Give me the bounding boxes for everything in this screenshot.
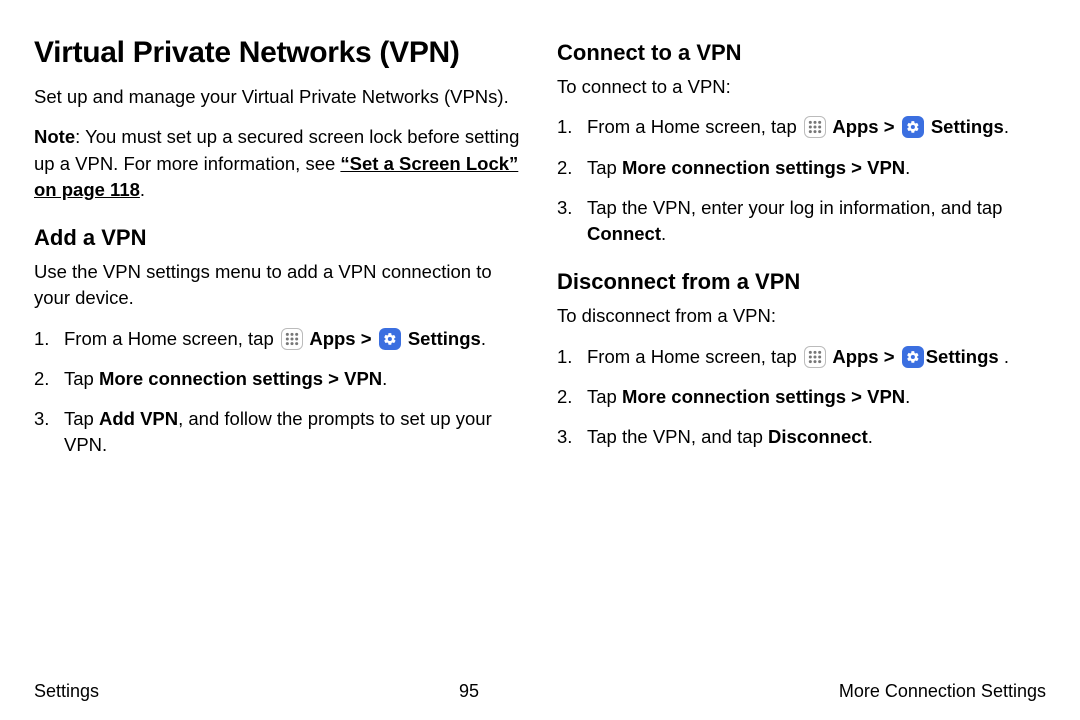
settings-label: Settings bbox=[926, 346, 999, 367]
period: . bbox=[868, 426, 873, 447]
text: From a Home screen, tap bbox=[587, 346, 802, 367]
apps-icon bbox=[804, 116, 826, 138]
text-bold: Add VPN bbox=[99, 408, 178, 429]
settings-icon bbox=[379, 328, 401, 350]
disconnect-steps: From a Home screen, tap Apps > Settings … bbox=[557, 344, 1046, 451]
period: . bbox=[905, 157, 910, 178]
text: Tap bbox=[587, 386, 622, 407]
connect-heading: Connect to a VPN bbox=[557, 40, 1046, 66]
note-period: . bbox=[140, 179, 145, 200]
chevron: > bbox=[879, 116, 900, 137]
intro-text: Set up and manage your Virtual Private N… bbox=[34, 84, 523, 110]
text-bold: More connection settings > VPN bbox=[622, 157, 905, 178]
add-vpn-heading: Add a VPN bbox=[34, 225, 523, 251]
list-item: From a Home screen, tap Apps > Settings. bbox=[34, 326, 523, 352]
list-item: Tap the VPN, enter your log in informati… bbox=[557, 195, 1046, 248]
left-column: Virtual Private Networks (VPN) Set up an… bbox=[34, 36, 523, 473]
apps-label: Apps bbox=[828, 346, 879, 367]
period: . bbox=[382, 368, 387, 389]
text-bold: Connect bbox=[587, 223, 661, 244]
connect-steps: From a Home screen, tap Apps > Settings.… bbox=[557, 114, 1046, 247]
apps-icon bbox=[281, 328, 303, 350]
footer-left: Settings bbox=[34, 681, 99, 702]
note-label: Note bbox=[34, 126, 75, 147]
chevron: > bbox=[879, 346, 900, 367]
chevron: > bbox=[356, 328, 377, 349]
connect-desc: To connect to a VPN: bbox=[557, 74, 1046, 100]
apps-icon bbox=[804, 346, 826, 368]
text-bold: More connection settings > VPN bbox=[622, 386, 905, 407]
footer-page-number: 95 bbox=[459, 681, 479, 702]
text-bold: Disconnect bbox=[768, 426, 868, 447]
period: . bbox=[481, 328, 486, 349]
page-footer: Settings 95 More Connection Settings bbox=[34, 681, 1046, 702]
list-item: Tap More connection settings > VPN. bbox=[557, 155, 1046, 181]
disconnect-desc: To disconnect from a VPN: bbox=[557, 303, 1046, 329]
text: From a Home screen, tap bbox=[587, 116, 802, 137]
right-column: Connect to a VPN To connect to a VPN: Fr… bbox=[557, 36, 1046, 473]
add-vpn-steps: From a Home screen, tap Apps > Settings.… bbox=[34, 326, 523, 459]
disconnect-heading: Disconnect from a VPN bbox=[557, 269, 1046, 295]
add-vpn-desc: Use the VPN settings menu to add a VPN c… bbox=[34, 259, 523, 312]
text: Tap the VPN, and tap bbox=[587, 426, 768, 447]
text: From a Home screen, tap bbox=[64, 328, 279, 349]
list-item: From a Home screen, tap Apps > Settings … bbox=[557, 344, 1046, 370]
text-bold: More connection settings > VPN bbox=[99, 368, 382, 389]
period: . bbox=[661, 223, 666, 244]
settings-icon bbox=[902, 346, 924, 368]
note-text: Note: You must set up a secured screen l… bbox=[34, 124, 523, 203]
period: . bbox=[905, 386, 910, 407]
settings-icon bbox=[902, 116, 924, 138]
space-period: . bbox=[999, 346, 1009, 367]
settings-label: Settings bbox=[403, 328, 481, 349]
text: Tap bbox=[587, 157, 622, 178]
settings-label: Settings bbox=[926, 116, 1004, 137]
text: Tap bbox=[64, 408, 99, 429]
apps-label: Apps bbox=[305, 328, 356, 349]
list-item: From a Home screen, tap Apps > Settings. bbox=[557, 114, 1046, 140]
list-item: Tap More connection settings > VPN. bbox=[557, 384, 1046, 410]
text: Tap bbox=[64, 368, 99, 389]
footer-right: More Connection Settings bbox=[839, 681, 1046, 702]
period: . bbox=[1004, 116, 1009, 137]
list-item: Tap Add VPN, and follow the prompts to s… bbox=[34, 406, 523, 459]
page-title: Virtual Private Networks (VPN) bbox=[34, 36, 523, 70]
apps-label: Apps bbox=[828, 116, 879, 137]
list-item: Tap the VPN, and tap Disconnect. bbox=[557, 424, 1046, 450]
text: Tap the VPN, enter your log in informati… bbox=[587, 197, 1002, 218]
list-item: Tap More connection settings > VPN. bbox=[34, 366, 523, 392]
